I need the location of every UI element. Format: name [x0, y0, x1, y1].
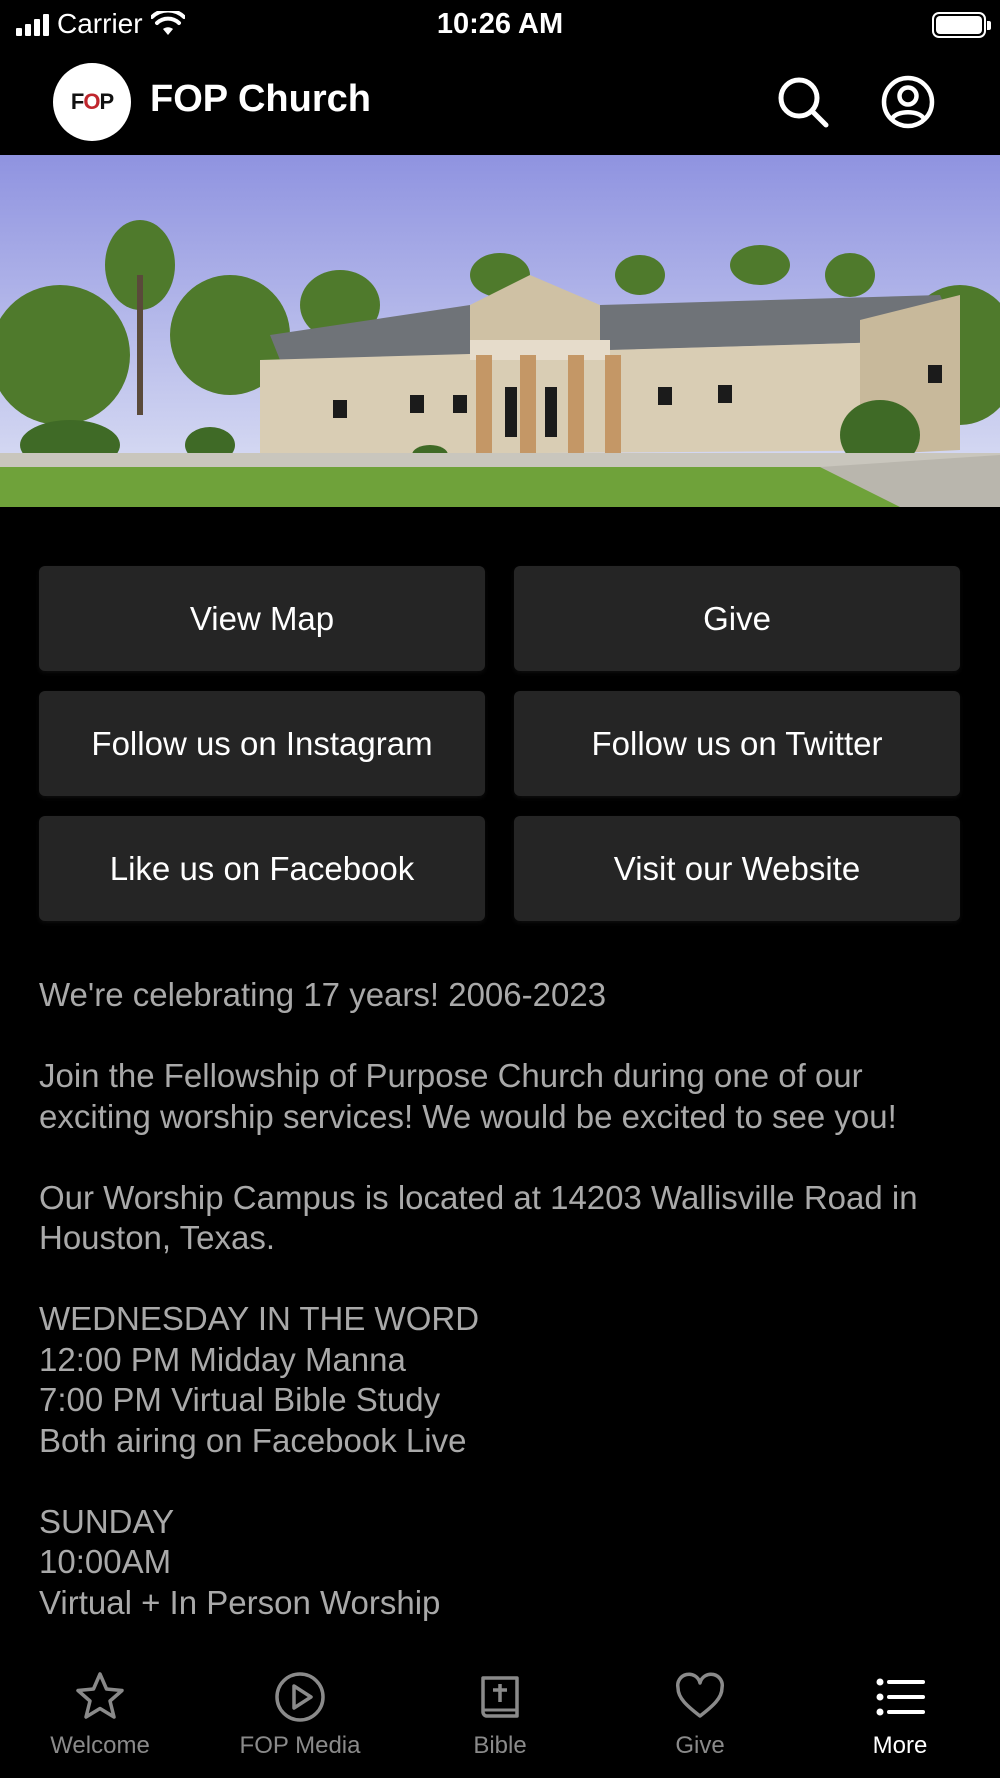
battery-icon [932, 12, 991, 38]
account-icon[interactable] [880, 74, 936, 130]
church-building-image [0, 155, 1000, 507]
status-time: 10:26 AM [436, 8, 564, 40]
bible-icon [481, 1676, 519, 1718]
tab-fop-media[interactable]: FOP Media [200, 1650, 400, 1778]
tab-label: Bible [473, 1732, 527, 1759]
info-location: Our Worship Campus is located at 14203 W… [39, 1178, 918, 1257]
twitter-button[interactable]: Follow us on Twitter [514, 691, 960, 796]
info-invitation: Join the Fellowship of Purpose Church du… [39, 1057, 897, 1135]
tab-label: Welcome [50, 1732, 150, 1759]
church-info: We're celebrating 17 years! 2006-2023 Jo… [39, 975, 969, 1664]
tab-welcome[interactable]: Welcome [0, 1650, 200, 1778]
tab-give[interactable]: Give [600, 1650, 800, 1778]
search-icon[interactable] [775, 74, 831, 130]
app-header: FOP FOP Church [0, 52, 1000, 155]
tab-label: Give [675, 1732, 725, 1759]
action-buttons: View Map Give Follow us on Instagram Fol… [39, 566, 961, 921]
info-anniversary: We're celebrating 17 years! 2006-2023 [39, 976, 607, 1013]
hero-church-image [0, 155, 1000, 507]
tab-label: More [872, 1732, 928, 1759]
website-button[interactable]: Visit our Website [514, 816, 960, 921]
tab-more[interactable]: More [800, 1650, 1000, 1778]
heart-icon [675, 1672, 725, 1718]
logo-letter: P [99, 89, 114, 114]
app-title: FOP Church [150, 78, 371, 120]
tab-bar: Welcome FOP Media Bible Give More [0, 1650, 1000, 1778]
view-map-button[interactable]: View Map [39, 566, 485, 671]
give-button[interactable]: Give [514, 566, 960, 671]
tab-bible[interactable]: Bible [400, 1650, 600, 1778]
church-logo[interactable]: FOP [53, 63, 131, 141]
facebook-button[interactable]: Like us on Facebook [39, 816, 485, 921]
logo-letter: F [70, 89, 84, 114]
tab-label: FOP Media [239, 1732, 361, 1759]
info-wednesday-schedule: WEDNESDAY IN THE WORD 12:00 PM Midday Ma… [39, 1300, 480, 1459]
info-sunday-schedule: SUNDAY 10:00AM Virtual + In Person Worsh… [39, 1502, 441, 1621]
status-bar: Carrier 10:26 AM [0, 0, 1000, 52]
star-icon [76, 1672, 124, 1719]
instagram-button[interactable]: Follow us on Instagram [39, 691, 485, 796]
list-icon [876, 1678, 925, 1716]
logo-letter: O [83, 89, 100, 114]
play-icon [275, 1672, 325, 1722]
